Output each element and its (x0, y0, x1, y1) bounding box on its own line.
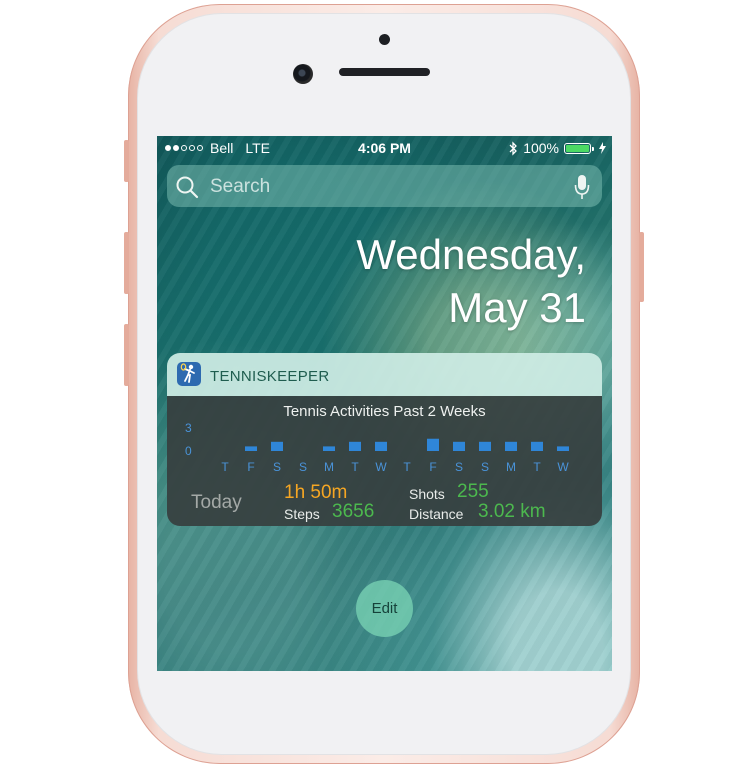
power-button (639, 232, 644, 302)
x-tick-label: S (273, 460, 281, 474)
x-tick-label: S (299, 460, 307, 474)
chart-bar (271, 441, 283, 451)
status-right: 100% (509, 140, 606, 156)
x-tick-label: T (533, 460, 541, 474)
chart-bar (323, 446, 335, 451)
search-icon (176, 176, 199, 199)
search-bar[interactable]: Search (167, 165, 602, 207)
search-placeholder: Search (210, 176, 271, 197)
activity-bar-chart: 3 0 T F S S M T W T F S S M T W (185, 421, 569, 474)
y-tick-label: 0 (185, 444, 192, 458)
chart-bar (245, 446, 257, 451)
date-display: Wednesday, May 31 (356, 228, 586, 334)
distance-value: 3.02 km (478, 501, 546, 522)
steps-value: 3656 (332, 501, 375, 522)
front-camera-icon (293, 64, 313, 84)
bluetooth-icon (509, 140, 518, 156)
chart-bar (375, 441, 387, 451)
mic-icon[interactable] (574, 174, 590, 200)
x-tick-label: T (221, 460, 229, 474)
charging-icon (599, 142, 606, 154)
steps-label: Steps (284, 506, 320, 522)
chart-bar (505, 441, 517, 451)
status-bar: Bell LTE 4:06 PM 100% (157, 136, 612, 158)
tennis-player-icon (177, 362, 201, 386)
widget-body: Tennis Activities Past 2 Weeks 30TFSSMTW… (167, 396, 602, 526)
date-month-day: May 31 (448, 284, 586, 331)
chart-bar (557, 446, 569, 451)
battery-percent: 100% (523, 140, 559, 156)
earpiece-speaker (339, 68, 430, 76)
shots-label: Shots (409, 486, 445, 502)
chart-bar (453, 441, 465, 451)
x-tick-label: T (351, 460, 359, 474)
x-tick-label: W (557, 460, 569, 474)
chart-bar (349, 441, 361, 451)
chart-bar (479, 441, 491, 451)
x-tick-label: W (375, 460, 387, 474)
volume-up-button (124, 232, 129, 294)
date-weekday: Wednesday, (356, 231, 586, 278)
shots-value: 255 (457, 481, 489, 502)
today-view-screen: Bell LTE 4:06 PM 100% Search Wednesday, (157, 136, 612, 671)
mute-switch (124, 140, 129, 182)
x-tick-label: M (324, 460, 334, 474)
proximity-sensor (379, 34, 390, 45)
chart-bar (531, 441, 543, 451)
x-tick-label: F (429, 460, 436, 474)
widget-header[interactable]: TENNISKEEPER (167, 353, 602, 396)
today-label: Today (191, 492, 242, 513)
x-tick-label: M (506, 460, 516, 474)
battery-icon (564, 142, 594, 154)
y-tick-label: 3 (185, 421, 192, 435)
widget-app-name: TENNISKEEPER (210, 368, 330, 385)
x-tick-label: S (455, 460, 463, 474)
x-tick-label: F (247, 460, 254, 474)
x-tick-label: T (403, 460, 411, 474)
x-tick-label: S (481, 460, 489, 474)
volume-down-button (124, 324, 129, 386)
distance-label: Distance (409, 506, 464, 522)
edit-button[interactable]: Edit (356, 580, 413, 637)
tenniskeeper-widget[interactable]: TENNISKEEPER Tennis Activities Past 2 We… (167, 353, 602, 526)
chart-bar (427, 438, 439, 451)
